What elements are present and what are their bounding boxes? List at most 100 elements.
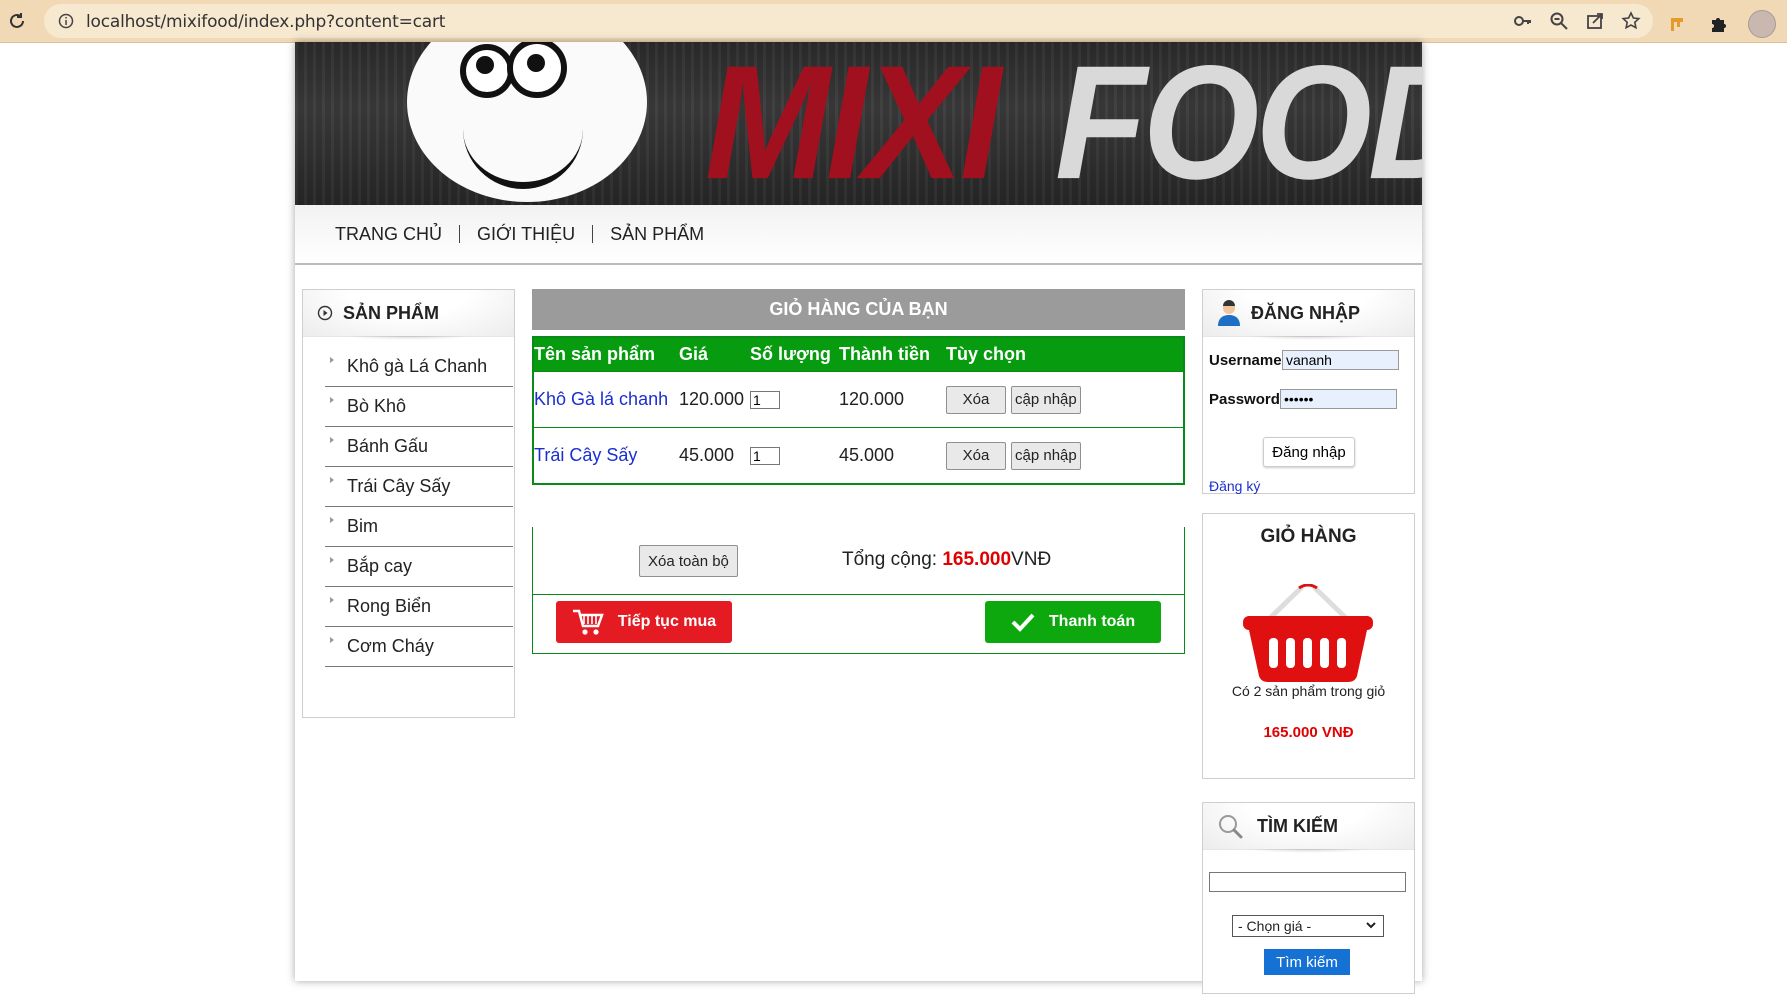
bullet-icon: [330, 477, 334, 483]
sidebar-item-label[interactable]: Cơm Cháy: [347, 636, 434, 657]
login-title: ĐĂNG NHẬP: [1251, 302, 1361, 323]
browser-toolbar: localhost/mixifood/index.php?content=car…: [0, 0, 1787, 43]
register-link[interactable]: Đăng ký: [1209, 478, 1260, 494]
cart-table: Tên sản phẩm Giá Số lượng Thành tiền Tùy…: [532, 336, 1185, 485]
update-button[interactable]: cập nhập: [1011, 441, 1081, 470]
col-subtotal: Thành tiền: [839, 337, 946, 372]
cart-item-name[interactable]: Trái Cây Sấy: [533, 427, 679, 484]
password-label: Password:: [1209, 391, 1285, 408]
search-title: TÌM KIẾM: [1257, 815, 1338, 836]
sidebar-item-label[interactable]: Trái Cây Sấy: [347, 476, 450, 497]
nav-home[interactable]: TRANG CHỦ: [335, 224, 442, 245]
bullet-icon: [330, 357, 334, 363]
reload-icon[interactable]: [6, 10, 28, 32]
main-nav: TRANG CHỦ GIỚI THIỆU SẢN PHẨM: [295, 205, 1422, 265]
mini-cart-total: 165.000 VNĐ: [1263, 724, 1354, 741]
site-info-icon[interactable]: [58, 13, 74, 29]
mini-cart-box: GIỎ HÀNG Có 2 sản phẩm trong giỏ 165.000…: [1202, 513, 1415, 779]
mini-cart-title: GIỎ HÀNG: [1260, 526, 1357, 547]
nav-about[interactable]: GIỚI THIỆU: [477, 224, 575, 245]
sidebar-item[interactable]: Trái Cây Sấy: [325, 467, 513, 507]
cart-item-price: 45.000: [679, 427, 750, 484]
sidebar-item[interactable]: Bò Khô: [325, 387, 513, 427]
delete-button[interactable]: Xóa: [946, 385, 1006, 414]
price-select-value: - Chọn giá -: [1238, 918, 1312, 934]
sidebar-item-label[interactable]: Rong Biển: [347, 596, 431, 617]
cart-item-price: 120.000: [679, 371, 750, 428]
url-text[interactable]: localhost/mixifood/index.php?content=car…: [86, 12, 445, 32]
user-icon: [1217, 300, 1241, 326]
bookmark-star-icon[interactable]: [1621, 11, 1641, 31]
nav-separator: [592, 225, 594, 243]
continue-shopping-button[interactable]: Tiếp tục mua: [556, 601, 732, 643]
cart-total-row: Xóa toàn bộ Tổng cộng: 165.000VNĐ: [533, 527, 1184, 595]
username-input[interactable]: [1282, 350, 1399, 370]
product-category-sidebar: SẢN PHẨM Khô gà Lá Chanh Bò Khô Bánh Gấu…: [302, 289, 515, 718]
price-select[interactable]: - Chọn giá -: [1232, 915, 1384, 937]
shopping-basket-icon[interactable]: [1239, 583, 1377, 684]
sidebar-item-label[interactable]: Bắp cay: [347, 556, 412, 577]
sidebar-item-label[interactable]: Bò Khô: [347, 396, 406, 417]
nav-separator: [459, 225, 460, 243]
clear-cart-button[interactable]: Xóa toàn bộ: [639, 545, 738, 577]
options-cell: Xóa cập nhập: [946, 427, 1184, 484]
search-button[interactable]: Tìm kiếm: [1264, 949, 1350, 975]
magnifier-icon: [1217, 813, 1243, 839]
bullet-icon: [330, 557, 334, 563]
sidebar-item[interactable]: Rong Biển: [325, 587, 513, 627]
checkout-label: Thanh toán: [1048, 613, 1136, 630]
sidebar-item-label[interactable]: Bim: [347, 516, 378, 537]
continue-shopping-label: Tiếp tục mua: [617, 613, 717, 630]
qty-cell: [750, 427, 839, 484]
password-input[interactable]: [1280, 389, 1397, 409]
table-row: Khô Gà lá chanh 120.000 120.000 Xóa cập …: [533, 371, 1184, 428]
bullet-icon: [330, 437, 334, 443]
sidebar-header: SẢN PHẨM: [303, 290, 514, 340]
update-button[interactable]: cập nhập: [1011, 385, 1081, 414]
profile-avatar[interactable]: [1748, 10, 1776, 38]
cart-header-row: Tên sản phẩm Giá Số lượng Thành tiền Tùy…: [533, 337, 1184, 372]
cart-item-subtotal: 45.000: [839, 427, 946, 484]
total-amount: 165.000: [942, 549, 1012, 570]
quantity-input[interactable]: [750, 447, 780, 465]
search-input[interactable]: [1209, 872, 1406, 892]
col-quantity: Số lượng: [750, 337, 839, 372]
key-icon[interactable]: [1513, 11, 1533, 31]
sidebar-item-label[interactable]: Bánh Gấu: [347, 436, 428, 457]
sidebar-title: SẢN PHẨM: [343, 302, 440, 323]
checkmark-icon: [1011, 612, 1035, 632]
col-product-name: Tên sản phẩm: [533, 337, 679, 372]
mascot-left-eye: [460, 44, 514, 98]
site-banner: MIXI FOOD: [295, 42, 1422, 205]
cart-footer: Xóa toàn bộ Tổng cộng: 165.000VNĐ Tiếp t…: [532, 527, 1185, 654]
login-header: ĐĂNG NHẬP: [1203, 290, 1414, 340]
share-icon[interactable]: [1585, 11, 1605, 31]
extension-flag-icon[interactable]: [1668, 14, 1688, 34]
search-header: TÌM KIẾM: [1203, 803, 1414, 853]
cart-item-name[interactable]: Khô Gà lá chanh: [533, 371, 679, 428]
chevron-down-icon: [1365, 919, 1377, 934]
nav-products[interactable]: SẢN PHẨM: [610, 224, 704, 245]
sidebar-item-label[interactable]: Khô gà Lá Chanh: [347, 356, 487, 377]
checkout-button[interactable]: Thanh toán: [985, 601, 1161, 643]
extensions-puzzle-icon[interactable]: [1708, 14, 1728, 34]
cart-total: Tổng cộng: 165.000VNĐ: [842, 549, 1051, 571]
address-bar[interactable]: localhost/mixifood/index.php?content=car…: [44, 4, 1653, 38]
search-box: TÌM KIẾM - Chọn giá - Tìm kiếm: [1202, 802, 1415, 994]
sidebar-item[interactable]: Bắp cay: [325, 547, 513, 587]
zoom-icon[interactable]: [1549, 11, 1569, 31]
quantity-input[interactable]: [750, 391, 780, 409]
mini-cart-count: Có 2 sản phẩm trong giỏ: [1231, 683, 1386, 699]
bullet-icon: [330, 637, 334, 643]
delete-button[interactable]: Xóa: [946, 441, 1006, 470]
col-price: Giá: [679, 337, 750, 372]
sidebar-item[interactable]: Bim: [325, 507, 513, 547]
sidebar-item[interactable]: Cơm Cháy: [325, 627, 513, 667]
login-box: ĐĂNG NHẬP Username: Password: Đăng nhập …: [1202, 289, 1415, 494]
sidebar-item[interactable]: Khô gà Lá Chanh: [325, 347, 513, 387]
login-button[interactable]: Đăng nhập: [1263, 437, 1355, 467]
logo-text-food: FOOD: [1055, 42, 1422, 205]
sidebar-item[interactable]: Bánh Gấu: [325, 427, 513, 467]
play-circle-icon: [317, 305, 333, 321]
bullet-icon: [330, 517, 334, 523]
